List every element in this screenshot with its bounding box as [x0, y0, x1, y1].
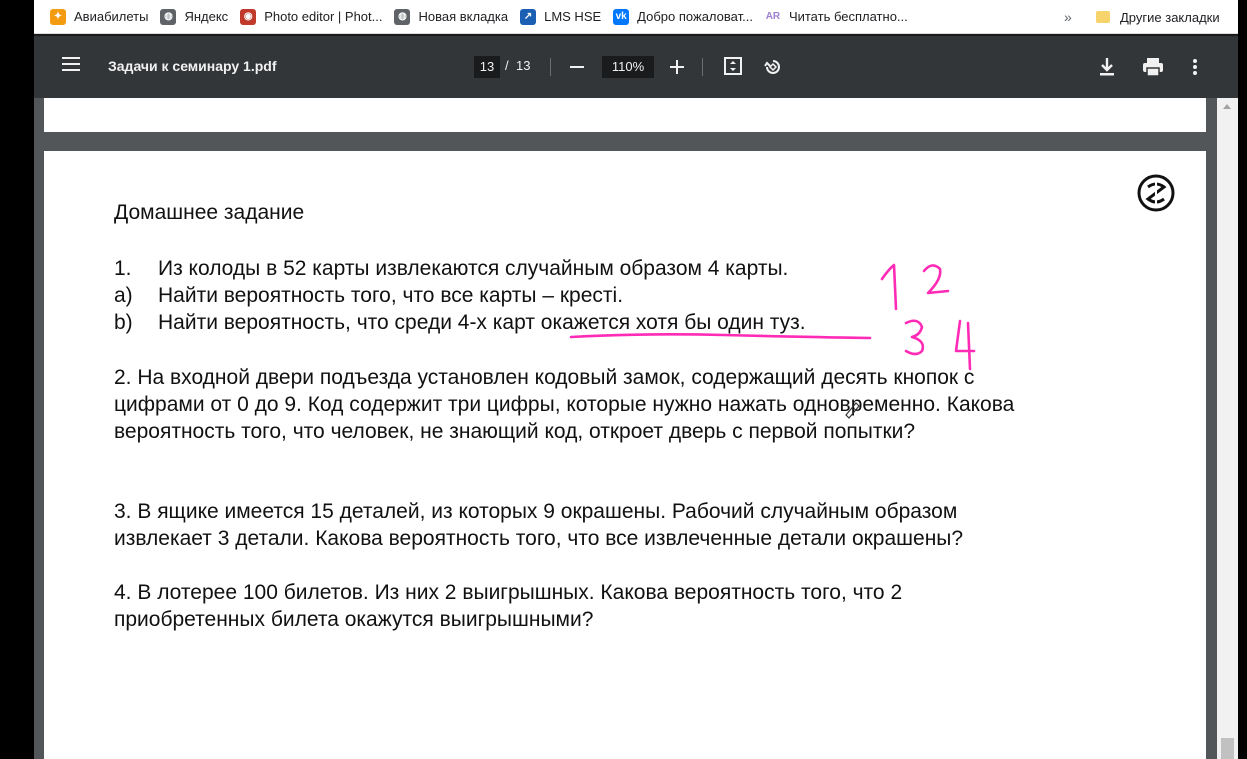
digit-4-mark — [954, 319, 976, 371]
document-title: Задачи к семинару 1.pdf — [108, 58, 277, 74]
folder-icon — [1096, 11, 1110, 23]
digit-1-mark — [880, 263, 898, 311]
vertical-scrollbar[interactable] — [1217, 98, 1238, 759]
scroll-up-arrow-icon[interactable] — [1223, 104, 1231, 109]
bookmarks-overflow-button[interactable]: » — [1064, 0, 1072, 34]
ink-annotations — [569, 263, 976, 419]
print-icon[interactable] — [1142, 57, 1164, 77]
bookmark-lms-hse[interactable]: ↗ LMS HSE — [514, 0, 607, 34]
bookmark-label: Читать бесплатно... — [788, 9, 908, 24]
flame-icon: ✦ — [50, 8, 66, 25]
globe-icon: ◍ — [394, 8, 411, 25]
rotate-icon[interactable] — [763, 57, 783, 77]
menu-icon[interactable] — [62, 57, 80, 71]
page-separator: / — [505, 58, 509, 73]
fit-to-page-icon[interactable] — [724, 57, 742, 75]
other-bookmarks-folder[interactable]: Другие закладки — [1096, 0, 1220, 34]
pdf-page: Домашнее задание 1. Из колоды в 52 карты… — [44, 151, 1206, 759]
bookmark-read-free[interactable]: AR Читать бесплатно... — [759, 0, 914, 34]
bookmark-label: LMS HSE — [544, 9, 602, 24]
bookmark-new-tab[interactable]: ◍ Новая вкладка — [388, 0, 514, 34]
photo-editor-icon: ◉ — [240, 8, 257, 25]
bookmark-yandex[interactable]: ◍ Яндекс — [154, 0, 234, 34]
bookmark-label: Добро пожаловат... — [637, 9, 753, 24]
bookmarks-bar: ✦ Авиабилеты ◍ Яндекс ◉ Photo editor | P… — [34, 0, 1238, 34]
toolbar-divider — [702, 58, 703, 76]
other-bookmarks-label: Другие закладки — [1120, 9, 1220, 25]
zoom-in-button[interactable] — [670, 60, 684, 74]
bookmark-aviabilety[interactable]: ✦ Авиабилеты — [44, 0, 154, 34]
download-icon[interactable] — [1098, 57, 1116, 77]
window-frame-left — [0, 0, 34, 759]
underline-mark — [569, 333, 872, 340]
bookmark-label: Photo editor | Phot... — [264, 9, 383, 24]
zoom-out-button[interactable] — [570, 66, 584, 68]
page-number-input[interactable]: 13 — [474, 56, 500, 78]
lms-icon: ↗ — [520, 8, 537, 25]
vk-icon: vk — [613, 8, 630, 25]
page-total: 13 — [516, 58, 531, 73]
bookmark-label: Авиабилеты — [74, 9, 149, 24]
pen-cursor-icon — [845, 402, 860, 419]
scrollbar-thumb[interactable] — [1221, 738, 1234, 759]
zoom-level-input[interactable]: 110% — [602, 56, 654, 78]
digit-2-mark — [922, 264, 950, 295]
bookmark-vk[interactable]: vk Добро пожаловат... — [607, 0, 759, 34]
bookmark-label: Яндекс — [184, 9, 229, 24]
globe-icon: ◍ — [160, 8, 177, 25]
window-frame-right — [1238, 0, 1247, 759]
bookmark-photo-editor[interactable]: ◉ Photo editor | Phot... — [234, 0, 388, 34]
digit-3-mark — [904, 319, 925, 356]
toolbar-divider — [550, 58, 551, 76]
pdf-viewer: Домашнее задание 1. Из колоды в 52 карты… — [34, 98, 1238, 759]
bookmark-label: Новая вкладка — [418, 9, 509, 24]
previous-page — [44, 98, 1206, 132]
pdf-toolbar: Задачи к семинару 1.pdf 13 / 13 110% — [34, 36, 1238, 98]
ar-icon: AR — [765, 11, 781, 22]
more-options-icon[interactable] — [1192, 58, 1198, 76]
